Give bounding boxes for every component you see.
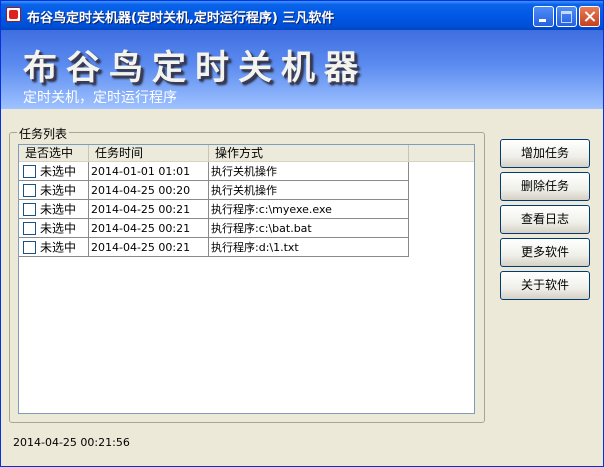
about-software-button[interactable]: 关于软件 [500,271,590,300]
selected-cell: 未选中 [19,200,89,219]
selected-label: 未选中 [40,240,77,255]
task-listview[interactable]: 是否选中 任务时间 操作方式 未选中 2014-01-01 01:01 执行关机… [18,144,475,414]
selected-label: 未选中 [40,164,77,179]
time-cell: 2014-01-01 01:01 [89,162,209,181]
table-row[interactable]: 未选中 2014-04-25 00:21 执行程序:d:\1.txt [19,238,409,257]
column-header-blank[interactable] [409,145,474,161]
table-row[interactable]: 未选中 2014-04-25 00:21 执行程序:c:\myexe.exe [19,200,409,219]
action-cell: 执行关机操作 [209,162,409,181]
time-cell: 2014-04-25 00:20 [89,181,209,200]
view-log-button[interactable]: 查看日志 [500,205,590,234]
add-task-button[interactable]: 增加任务 [500,139,590,168]
row-checkbox[interactable] [23,183,36,197]
table-row[interactable]: 未选中 2014-01-01 01:01 执行关机操作 [19,162,409,181]
minimize-button[interactable] [533,6,554,27]
selected-cell: 未选中 [19,219,89,238]
selected-label: 未选中 [40,183,77,198]
app-icon[interactable] [6,7,21,22]
action-cell: 执行程序:c:\bat.bat [209,219,409,238]
column-header-action[interactable]: 操作方式 [209,145,409,161]
more-software-button[interactable]: 更多软件 [500,238,590,267]
time-cell: 2014-04-25 00:21 [89,200,209,219]
close-button[interactable] [579,6,600,27]
selected-cell: 未选中 [19,162,89,181]
table-row[interactable]: 未选中 2014-04-25 00:20 执行关机操作 [19,181,409,200]
selected-cell: 未选中 [19,181,89,200]
main-window: 布谷鸟定时关机器(定时关机,定时运行程序) 三凡软件 布谷鸟定时关机器 定时关机… [0,0,604,467]
action-cell: 执行程序:c:\myexe.exe [209,200,409,219]
delete-task-button[interactable]: 删除任务 [500,172,590,201]
window-title: 布谷鸟定时关机器(定时关机,定时运行程序) 三凡软件 [27,11,335,26]
time-cell: 2014-04-25 00:21 [89,219,209,238]
app-banner: 布谷鸟定时关机器 定时关机，定时运行程序 [1,30,603,109]
row-checkbox[interactable] [23,202,36,216]
action-cell: 执行程序:d:\1.txt [209,238,409,257]
row-checkbox[interactable] [23,240,36,254]
maximize-button[interactable] [556,6,577,27]
row-checkbox[interactable] [23,164,36,178]
status-clock: 2014-04-25 00:21:56 [13,436,130,449]
banner-title: 布谷鸟定时关机器 [23,48,367,88]
action-cell: 执行关机操作 [209,181,409,200]
table-row[interactable]: 未选中 2014-04-25 00:21 执行程序:c:\bat.bat [19,219,409,238]
banner-subtitle: 定时关机，定时运行程序 [23,90,177,106]
time-cell: 2014-04-25 00:21 [89,238,209,257]
list-header: 是否选中 任务时间 操作方式 [19,145,474,162]
task-list-label: 任务列表 [17,125,70,142]
selected-cell: 未选中 [19,238,89,257]
title-bar[interactable]: 布谷鸟定时关机器(定时关机,定时运行程序) 三凡软件 [1,1,603,30]
selected-label: 未选中 [40,221,77,236]
column-header-selected[interactable]: 是否选中 [19,145,89,161]
column-header-time[interactable]: 任务时间 [89,145,209,161]
row-checkbox[interactable] [23,221,36,235]
selected-label: 未选中 [40,202,77,217]
